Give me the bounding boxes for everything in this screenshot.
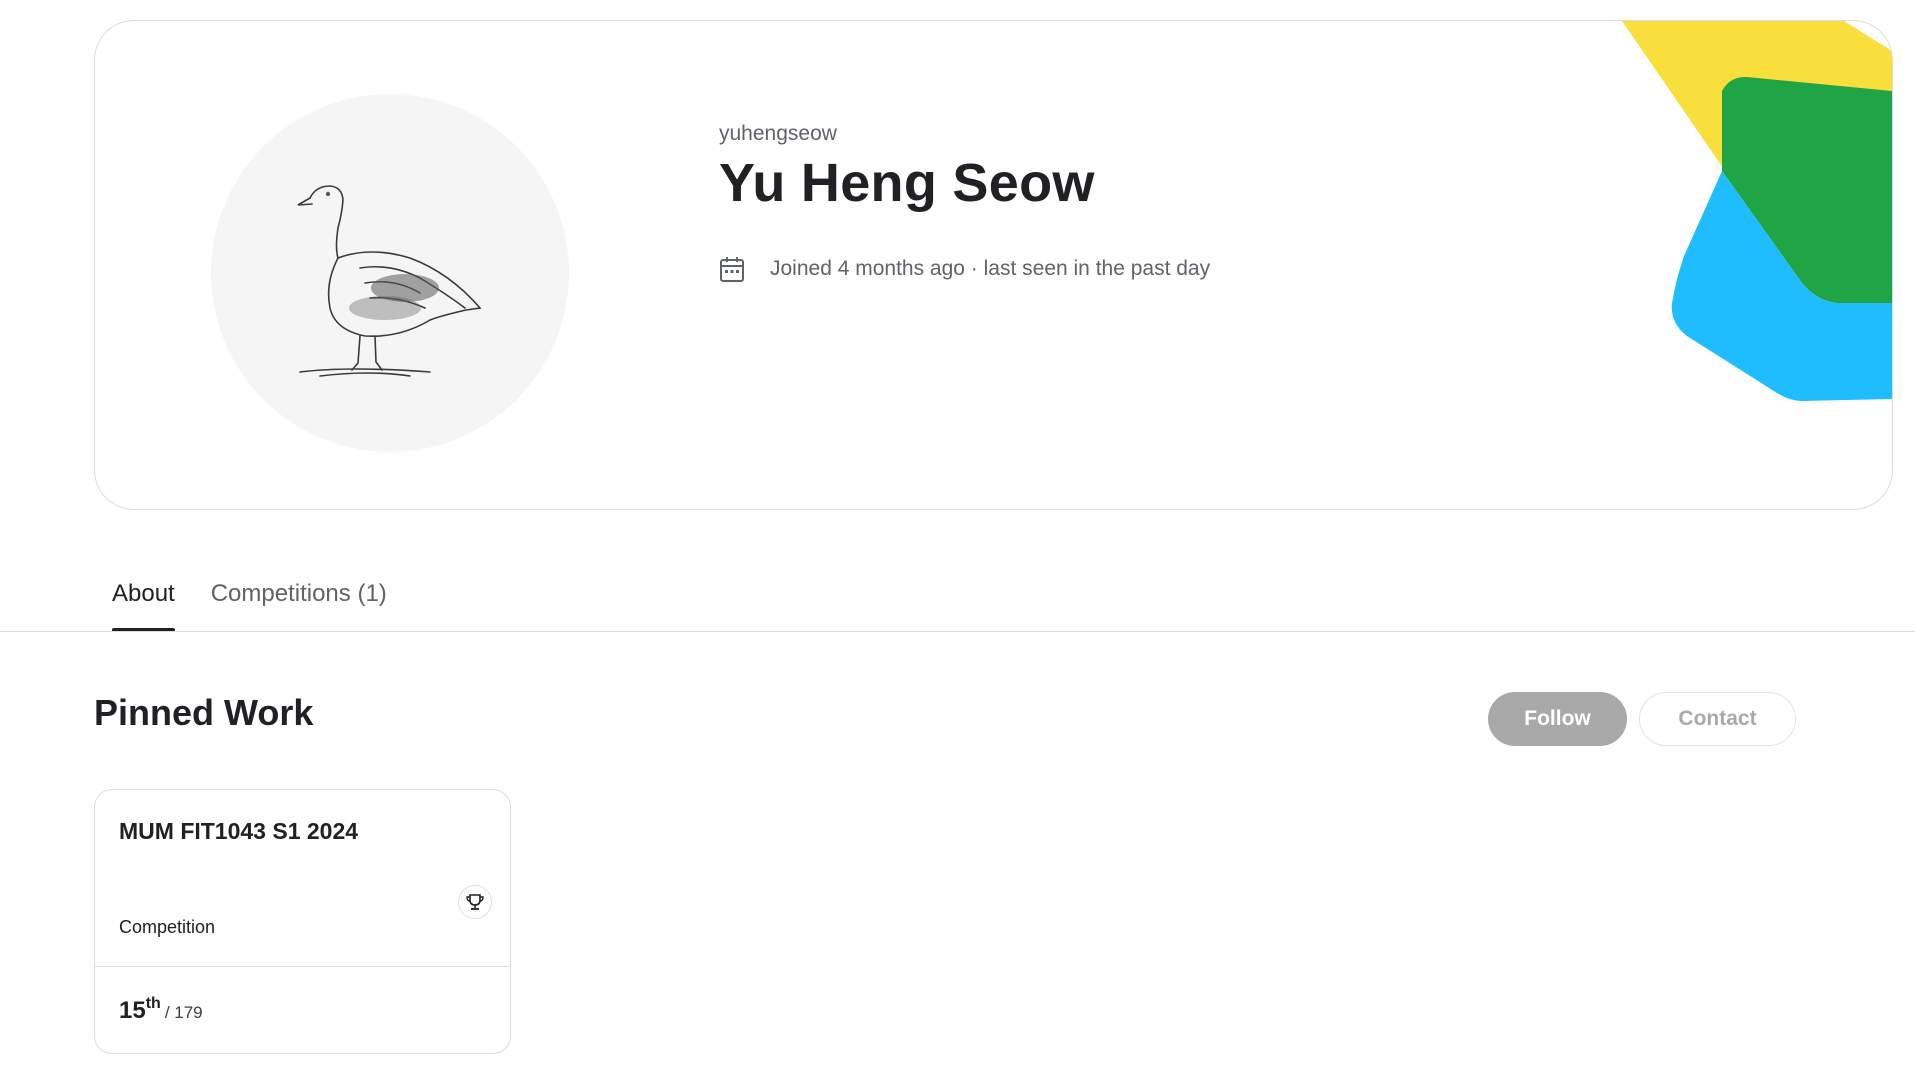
decorative-shapes xyxy=(1622,21,1892,401)
profile-identity: yuhengseow Yu Heng Seow Joined 4 months … xyxy=(719,121,1210,283)
profile-page: yuhengseow Yu Heng Seow Joined 4 months … xyxy=(0,0,1915,1085)
profile-tabs: About Competitions (1) xyxy=(112,568,423,632)
profile-header-card: yuhengseow Yu Heng Seow Joined 4 months … xyxy=(94,20,1893,510)
tab-competitions[interactable]: Competitions (1) xyxy=(211,568,387,632)
goose-illustration-icon xyxy=(297,185,482,377)
pinned-work-heading: Pinned Work xyxy=(94,692,314,733)
activity-meta: Joined 4 months ago · last seen in the p… xyxy=(719,255,1210,283)
calendar-icon xyxy=(719,255,745,283)
rank-suffix: th xyxy=(145,995,161,1012)
contact-button[interactable]: Contact xyxy=(1639,692,1796,746)
username: yuhengseow xyxy=(719,122,837,145)
rank-number: 15 xyxy=(119,997,146,1024)
card-divider xyxy=(95,966,510,967)
display-name: Yu Heng Seow xyxy=(719,153,1095,213)
tabs-divider xyxy=(0,631,1915,632)
competition-title[interactable]: MUM FIT1043 S1 2024 xyxy=(119,818,358,845)
joined-text: Joined 4 months ago · last seen in the p… xyxy=(770,257,1211,280)
rank-display: 15th/ 179 xyxy=(119,995,203,1025)
trophy-icon xyxy=(466,894,484,910)
competition-card[interactable]: MUM FIT1043 S1 2024 Competition 15th / 1… xyxy=(94,789,511,1054)
competition-type: Competition xyxy=(119,917,216,937)
follow-button[interactable]: Follow xyxy=(1488,692,1627,746)
tab-about[interactable]: About xyxy=(112,568,175,632)
trophy-badge xyxy=(458,885,492,919)
rank-total: / 179 xyxy=(164,1003,203,1022)
avatar[interactable] xyxy=(211,94,569,452)
